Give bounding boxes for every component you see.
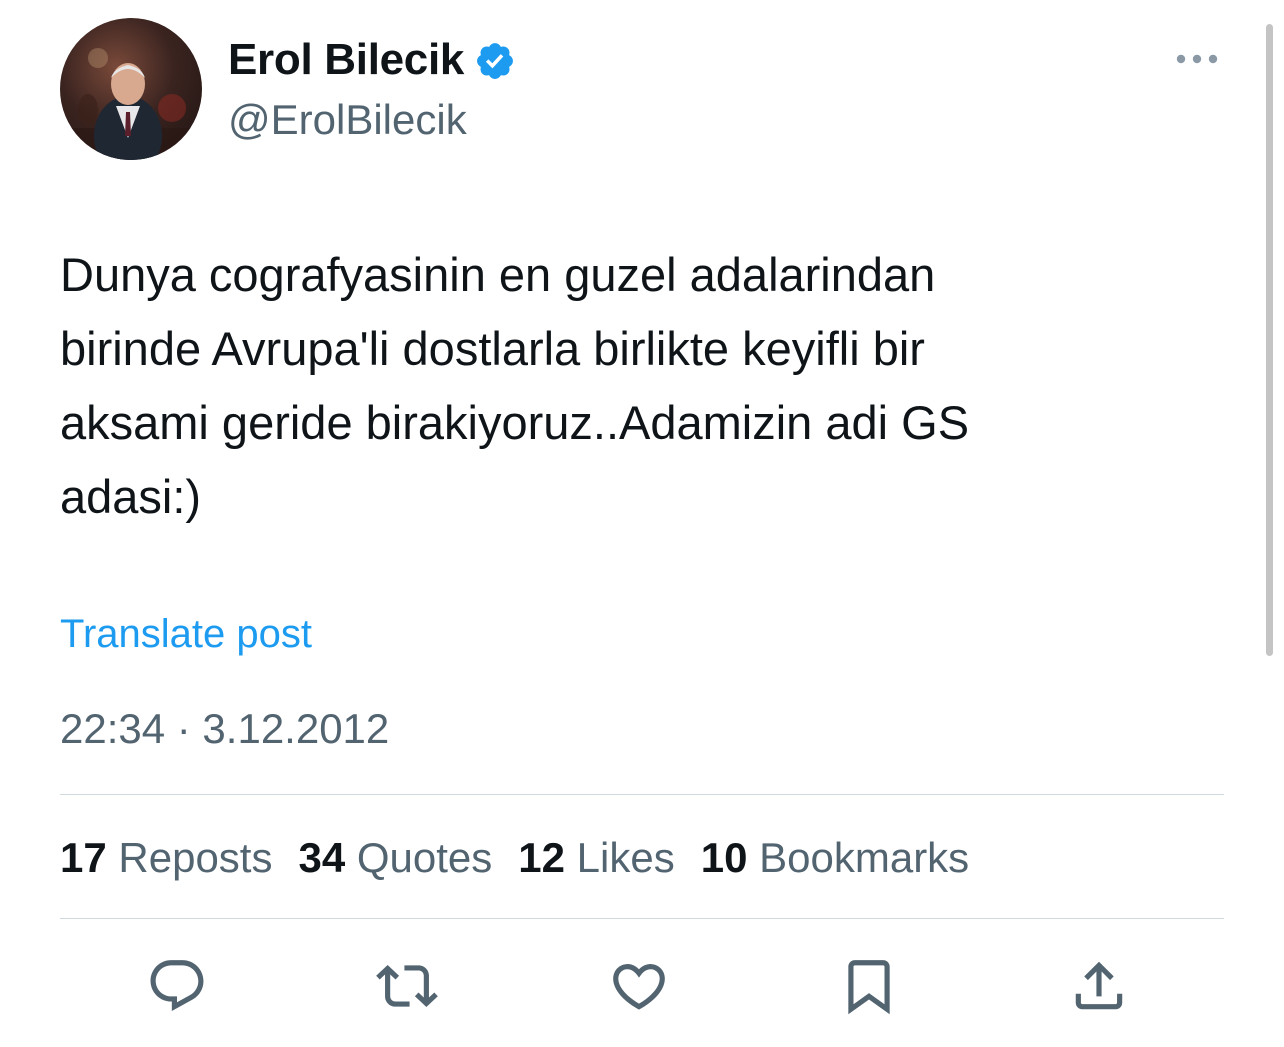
avatar[interactable] bbox=[60, 18, 202, 160]
translate-post-link[interactable]: Translate post bbox=[60, 610, 312, 658]
likes-count: 12 bbox=[518, 834, 565, 881]
tweet-timestamp[interactable]: 22:34 · 3.12.2012 bbox=[60, 704, 389, 754]
author-name-label: Erol Bilecik bbox=[228, 35, 465, 84]
share-button[interactable] bbox=[1068, 955, 1130, 1017]
reply-icon bbox=[150, 960, 204, 1012]
like-button[interactable] bbox=[608, 955, 670, 1017]
like-icon bbox=[613, 964, 665, 1010]
author-handle[interactable]: @ErolBilecik bbox=[228, 95, 467, 145]
repost-icon bbox=[376, 965, 438, 1007]
quotes-label: Quotes bbox=[356, 834, 493, 881]
more-options-icon[interactable] bbox=[1174, 46, 1220, 72]
divider-top bbox=[60, 794, 1224, 795]
vertical-scrollbar[interactable] bbox=[1266, 24, 1273, 656]
engagement-stats: 17 Reposts 34 Quotes 12 Likes 10 Bookmar… bbox=[60, 830, 969, 886]
bookmark-icon bbox=[848, 960, 890, 1015]
bookmark-button[interactable] bbox=[838, 955, 900, 1017]
author-name[interactable]: Erol Bilecik bbox=[228, 34, 516, 86]
divider-bottom bbox=[60, 918, 1224, 919]
verified-badge-icon bbox=[474, 40, 516, 82]
reposts-label: Reposts bbox=[118, 834, 273, 881]
bookmarks-count: 10 bbox=[700, 834, 748, 881]
tweet-text: Dunya cografyasinin en guzel adalarindan… bbox=[60, 248, 970, 523]
stat-quotes[interactable]: 34 Quotes bbox=[298, 830, 492, 886]
bookmarks-label: Bookmarks bbox=[759, 834, 970, 881]
share-icon bbox=[1075, 961, 1123, 1010]
reposts-count: 17 bbox=[60, 834, 107, 881]
likes-label: Likes bbox=[576, 834, 675, 881]
stat-likes[interactable]: 12 Likes bbox=[518, 830, 674, 886]
repost-button[interactable] bbox=[376, 955, 438, 1017]
stat-reposts[interactable]: 17 Reposts bbox=[60, 830, 272, 886]
stat-bookmarks[interactable]: 10 Bookmarks bbox=[701, 830, 969, 886]
reply-button[interactable] bbox=[146, 955, 208, 1017]
quotes-count: 34 bbox=[298, 834, 346, 881]
